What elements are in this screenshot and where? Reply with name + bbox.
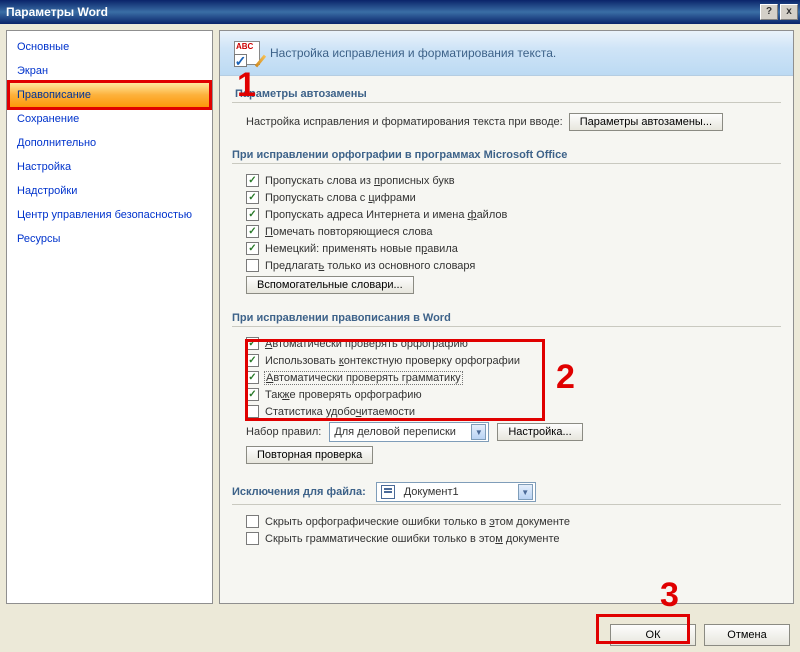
dialog-body: Основные Экран Правописание Сохранение Д… [0,24,800,610]
dialog-footer: ОК Отмена [610,624,790,646]
sidebar-item-trust[interactable]: Центр управления безопасностью [7,203,212,227]
exceptions-label: Исключения для файла: [232,486,366,498]
checkbox[interactable] [246,515,259,528]
checkbox[interactable]: ✓ [246,191,259,204]
main-panel: ABC✓ Настройка исправления и форматирова… [219,30,794,604]
office-check-0: ✓ Пропускать слова из прописных букв [232,172,781,189]
custom-dictionaries-button[interactable]: Вспомогательные словари... [246,276,414,294]
checkbox[interactable]: ✓ [246,225,259,238]
recheck-button[interactable]: Повторная проверка [246,446,373,464]
sidebar-item-customize[interactable]: Настройка [7,155,212,179]
checkbox[interactable]: ✓ [246,388,259,401]
checkbox-label[interactable]: Автоматически проверять грамматику [265,372,462,384]
sidebar-item-proofing[interactable]: Правописание [7,83,212,107]
section-exceptions-title-row: Исключения для файла: Документ1 ▼ [232,476,781,502]
panel-header-text: Настройка исправления и форматирования т… [270,46,556,60]
section-autocorrect-title: Параметры автозамены [232,82,781,103]
sidebar-item-display[interactable]: Экран [7,59,212,83]
sidebar-item-advanced[interactable]: Дополнительно [7,131,212,155]
exceptions-file-value: Документ1 [404,486,512,498]
proofing-icon: ABC✓ [234,41,260,65]
writing-style-label: Набор правил: [246,426,321,438]
section-word-proofing: При исправлении правописания в Word ✓ Авт… [220,300,793,470]
checkbox[interactable]: ✓ [246,371,259,384]
section-office-spelling: При исправлении орфографии в программах … [220,137,793,300]
section-autocorrect: Параметры автозамены Настройка исправлен… [220,76,793,137]
checkbox[interactable]: ✓ [246,242,259,255]
office-check-2: ✓ Пропускать адреса Интернета и имена фай… [232,206,781,223]
checkbox-label[interactable]: Скрыть грамматические ошибки только в эт… [265,533,560,545]
checkbox-label[interactable]: Использовать контекстную проверку орфогр… [265,355,520,367]
checkbox[interactable]: ✓ [246,337,259,350]
checkbox[interactable] [246,405,259,418]
sidebar-item-save[interactable]: Сохранение [7,107,212,131]
titlebar: Параметры Word ? x [0,0,800,24]
checkbox-label[interactable]: Пропускать адреса Интернета и имена файл… [265,209,507,221]
section-word-title: При исправлении правописания в Word [232,306,781,327]
checkbox[interactable]: ✓ [246,354,259,367]
office-check-3: ✓ Помечать повторяющиеся слова [232,223,781,240]
checkbox-label[interactable]: Автоматически проверять орфографию [265,338,468,350]
office-check-4: ✓ Немецкий: применять новые правила [232,240,781,257]
except-check-1: Скрыть грамматические ошибки только в эт… [232,530,781,547]
word-check-1: ✓ Использовать контекстную проверку орфог… [232,352,781,369]
checkbox-label[interactable]: Помечать повторяющиеся слова [265,226,433,238]
word-check-0: ✓ Автоматически проверять орфографию [232,335,781,352]
checkbox[interactable] [246,532,259,545]
checkbox-label[interactable]: Пропускать слова с цифрами [265,192,416,204]
sidebar-item-addins[interactable]: Надстройки [7,179,212,203]
autocorrect-desc: Настройка исправления и форматирования т… [246,116,563,128]
word-check-2: ✓ Автоматически проверять грамматику [232,369,781,386]
category-sidebar: Основные Экран Правописание Сохранение Д… [6,30,213,604]
office-check-5: Предлагать только из основного словаря [232,257,781,274]
panel-header: ABC✓ Настройка исправления и форматирова… [220,31,793,76]
writing-style-select[interactable]: Для деловой переписки ▼ [329,422,489,442]
dropdown-arrow-icon: ▼ [518,484,533,500]
except-check-0: Скрыть орфографические ошибки только в э… [232,513,781,530]
cancel-button[interactable]: Отмена [704,624,790,646]
document-icon [381,485,395,499]
exceptions-file-select[interactable]: Документ1 ▼ [376,482,536,502]
checkbox-label[interactable]: Пропускать слова из прописных букв [265,175,455,187]
checkbox[interactable]: ✓ [246,174,259,187]
window-title: Параметры Word [6,5,108,19]
sidebar-item-resources[interactable]: Ресурсы [7,227,212,251]
checkbox[interactable]: ✓ [246,208,259,221]
close-button[interactable]: x [780,4,798,20]
section-office-title: При исправлении орфографии в программах … [232,143,781,164]
word-check-3: ✓ Также проверять орфографию [232,386,781,403]
checkbox-label[interactable]: Предлагать только из основного словаря [265,260,475,272]
office-check-1: ✓ Пропускать слова с цифрами [232,189,781,206]
dropdown-arrow-icon: ▼ [471,424,486,440]
word-check-4: Статистика удобочитаемости [232,403,781,420]
sidebar-item-general[interactable]: Основные [7,35,212,59]
writing-style-value: Для деловой переписки [334,426,465,438]
checkbox[interactable] [246,259,259,272]
checkbox-label[interactable]: Немецкий: применять новые правила [265,243,458,255]
ok-button[interactable]: ОК [610,624,696,646]
autocorrect-options-button[interactable]: Параметры автозамены... [569,113,723,131]
section-exceptions: Исключения для файла: Документ1 ▼ Скрыть… [220,470,793,551]
writing-style-settings-button[interactable]: Настройка... [497,423,582,441]
checkbox-label[interactable]: Также проверять орфографию [265,389,422,401]
checkbox-label[interactable]: Статистика удобочитаемости [265,406,415,418]
checkbox-label[interactable]: Скрыть орфографические ошибки только в э… [265,516,570,528]
help-button[interactable]: ? [760,4,778,20]
